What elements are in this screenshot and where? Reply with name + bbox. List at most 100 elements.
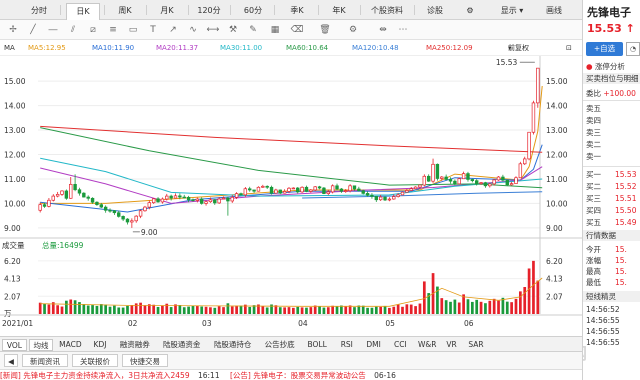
indicator-tab[interactable]: 均线 [28, 339, 54, 351]
x-axis-label: 05 [385, 319, 395, 328]
indicator-tab[interactable]: VR [442, 339, 462, 351]
short-line-time: 14:56:55 [586, 316, 620, 325]
news-tab[interactable]: 关联报价 [72, 354, 118, 367]
candle [108, 209, 112, 212]
tab-separator [318, 5, 319, 15]
more-tools-icon[interactable]: ⋯ [396, 23, 410, 37]
candle [151, 198, 156, 204]
order-book-header[interactable]: 买卖档位与明细 [583, 73, 640, 84]
volume-tick-left: 6.20 [4, 257, 21, 266]
tab-week-k[interactable]: 周K [108, 4, 142, 18]
volume-bar [409, 304, 413, 314]
panel-expand-icon[interactable]: ⊡ [566, 40, 572, 56]
volume-bar [95, 305, 99, 314]
indicator-tab[interactable]: 融资融券 [114, 339, 155, 351]
candle [413, 186, 418, 190]
add-watchlist-button[interactable]: +自选 [586, 42, 623, 56]
indicator-tab[interactable]: RSI [334, 339, 359, 351]
indicator-tab[interactable]: VOL [2, 339, 27, 351]
candle [444, 176, 448, 180]
fibonacci-tool-icon[interactable]: ≡ [106, 23, 120, 37]
wave-tool-icon[interactable]: ∿ [186, 23, 200, 37]
tab-intraday[interactable]: 分时 [22, 4, 56, 18]
tab-120min[interactable]: 120分 [192, 4, 226, 18]
indicator-tab[interactable]: DMI [361, 339, 386, 351]
buy-level-row: 买四 15.50 [586, 205, 636, 216]
tab-company-info[interactable]: 个股资料 [364, 4, 410, 18]
text-tool-icon[interactable]: T [146, 23, 160, 37]
lock-icon[interactable]: ⇹ [376, 23, 390, 37]
candle [470, 179, 475, 182]
news-tab[interactable]: 快捷交易 [122, 354, 168, 367]
tab-separator [60, 5, 61, 15]
arrow-tool-icon[interactable]: ↗ [166, 23, 180, 37]
limit-analysis-link[interactable]: ● 涨停分析 [586, 61, 625, 72]
sell-level-row: 卖三 [586, 127, 615, 138]
indicator-tab[interactable]: SAR [464, 339, 489, 351]
candle [73, 183, 77, 191]
volume-bar [126, 305, 129, 314]
tab-quarter-k[interactable]: 季K [280, 4, 314, 18]
indicator-tab[interactable]: BOLL [302, 339, 332, 351]
short-line-header[interactable]: 短线精灵 [583, 291, 640, 302]
volume-bar [156, 306, 160, 314]
eraser-icon[interactable]: ⌫ [290, 23, 304, 37]
market-data-label: 最低 [586, 278, 601, 287]
channel-tool-icon[interactable]: ⧄ [86, 23, 100, 37]
volume-bar [396, 304, 400, 314]
candle [134, 215, 138, 222]
measure-tool-icon[interactable]: ⟷ [206, 23, 220, 37]
tab-year-k[interactable]: 年K [322, 4, 356, 18]
tab-diagnose[interactable]: 诊股 [418, 4, 452, 18]
divider [583, 166, 640, 167]
line-tool-icon[interactable]: ╱ [26, 23, 40, 37]
tab-month-k[interactable]: 月K [150, 4, 184, 18]
ticker-notice[interactable]: [公告] 先锋电子：股票交易异常波动公告 [230, 371, 366, 380]
volume-tick-right: 6.20 [546, 257, 563, 266]
indicator-tab[interactable]: 公告抄底 [259, 339, 300, 351]
pen-tool-icon[interactable]: ✎ [246, 23, 260, 37]
tab-separator [146, 5, 147, 15]
candle [322, 187, 326, 194]
candle [261, 185, 265, 188]
tab-60min[interactable]: 60分 [236, 4, 270, 18]
rect-tool-icon[interactable]: ▭ [126, 23, 140, 37]
candle [186, 196, 191, 201]
ma-title[interactable]: MA [4, 40, 15, 56]
settings-gear-icon[interactable]: ⚙ [464, 4, 476, 18]
volume-bar [47, 304, 51, 314]
news-toggle-icon[interactable]: ◀ [4, 354, 18, 367]
ray-tool-icon[interactable]: ― [46, 23, 60, 37]
tab-separator [274, 5, 275, 15]
x-axis-label: 04 [298, 319, 308, 328]
indicator-tab[interactable]: CCI [388, 339, 413, 351]
crosshair-icon[interactable]: ✢ [6, 23, 20, 37]
indicator-tab[interactable]: MACD [55, 339, 85, 351]
candle [138, 210, 143, 217]
display-menu[interactable]: 显示 ▾ [492, 4, 532, 18]
hammer-icon[interactable]: ⚒ [226, 23, 240, 37]
tab-day-k[interactable]: 日K [66, 3, 100, 20]
chevron-down-icon: ▾ [508, 44, 512, 52]
news-tab[interactable]: 新闻资讯 [22, 354, 68, 367]
candle [239, 193, 243, 196]
delete-icon[interactable]: 🗑 [318, 23, 332, 37]
news-ticker[interactable]: [新闻] 先锋电子主力资金持续净流入，3日共净流入2459 16:11 [公告]… [0, 369, 582, 380]
indicator-tab[interactable]: KDJ [88, 339, 113, 351]
kline-chart[interactable]: 15.00 15.00 14.00 14.00 13.00 13.00 12.00 12.00… [0, 56, 582, 336]
ticker-news[interactable]: [新闻] 先锋电子主力资金持续净流入，3日共净流入2459 [0, 371, 190, 380]
alert-icon[interactable]: ◔ [626, 42, 640, 56]
volume-bar [519, 291, 522, 314]
market-data-header[interactable]: 行情数据 [583, 230, 640, 241]
parallel-tool-icon[interactable]: ⫽ [66, 23, 80, 37]
divider [583, 100, 640, 101]
ma-legend-item: MA20:11.37 [156, 44, 199, 52]
settings-icon[interactable]: ⚙ [346, 23, 360, 37]
indicator-tab[interactable]: 陆股通持仓 [208, 339, 257, 351]
draw-line-button[interactable]: 画线 [534, 4, 574, 18]
grid-tool-icon[interactable]: ▦ [268, 23, 282, 37]
last-price-value: 15.53 [587, 22, 622, 35]
indicator-tab[interactable]: W&R [415, 339, 440, 351]
indicator-tab[interactable]: 陆股通资金 [157, 339, 206, 351]
volume-bar [492, 298, 496, 314]
